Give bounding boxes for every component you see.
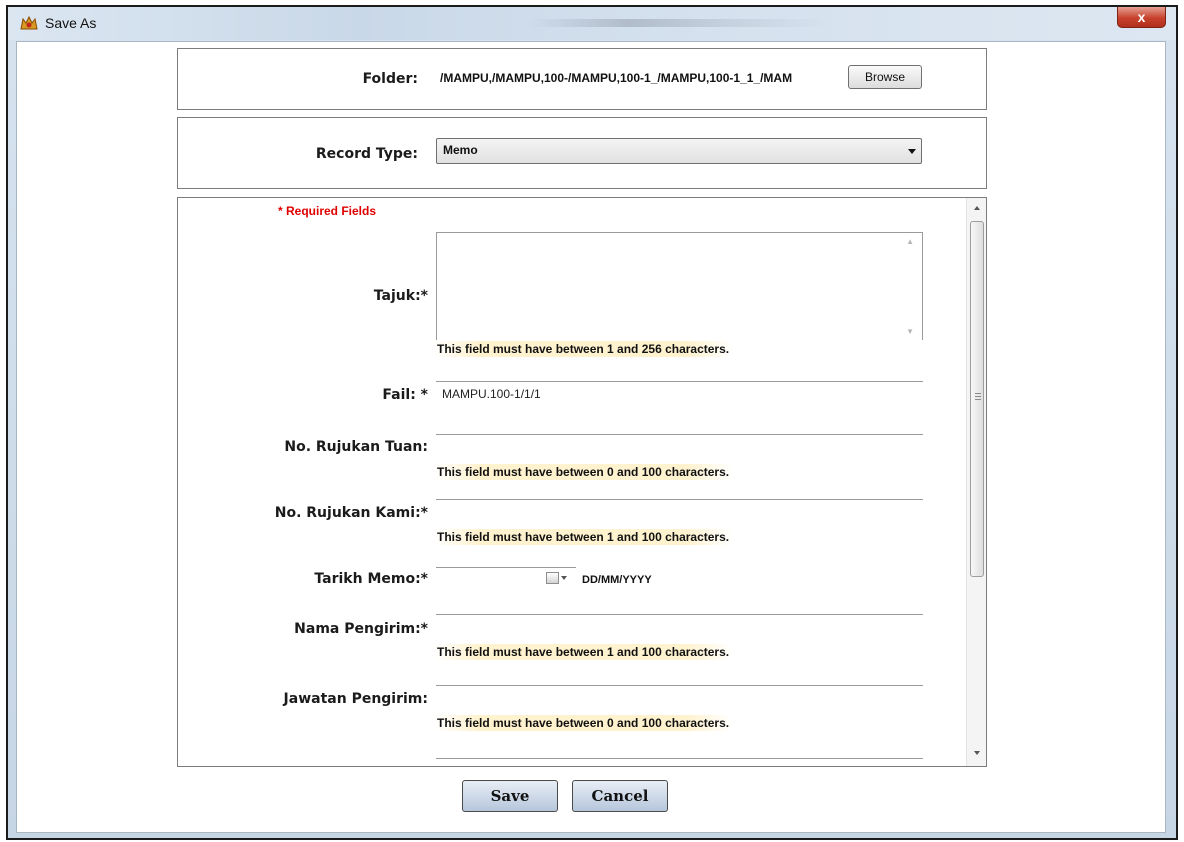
grip-line: [975, 396, 981, 397]
field-label-tajuk: Tajuk:*: [373, 288, 428, 304]
scrollbar-thumb[interactable]: [970, 221, 984, 577]
folder-path: /MAMPU,/MAMPU,100-/MAMPU,100-1_/MAMPU,10…: [440, 71, 793, 85]
scroll-up-icon: ▲: [906, 237, 914, 246]
calendar-icon[interactable]: [546, 572, 559, 584]
field-label-rujukan-kami: No. Rujukan Kami:*: [274, 505, 428, 521]
title-bar: Save As x: [8, 7, 1176, 40]
grip-line: [975, 399, 981, 400]
date-format-hint: DD/MM/YYYY: [582, 574, 652, 586]
fail-input[interactable]: MAMPU.100-1/1/1: [436, 381, 923, 407]
browse-button[interactable]: Browse: [848, 65, 922, 89]
field-label-nama-pengirim: Nama Pengirim:*: [294, 621, 428, 637]
window-title: Save As: [45, 15, 97, 31]
rujukan-kami-input[interactable]: [436, 499, 923, 525]
chevron-down-icon: [908, 149, 916, 154]
record-type-label: Record Type:: [315, 146, 418, 162]
field-hint-rujukan-kami: This field must have between 1 and 100 c…: [434, 529, 733, 545]
rujukan-tuan-input[interactable]: [436, 434, 923, 460]
field-hint-jawatan-pengirim: This field must have between 0 and 100 c…: [434, 715, 733, 731]
scroll-down-arrow-icon[interactable]: [974, 751, 980, 755]
folder-label: Folder:: [362, 71, 418, 87]
scroll-up-arrow-icon[interactable]: [974, 206, 980, 210]
field-label-jawatan-pengirim: Jawatan Pengirim:: [283, 691, 428, 707]
fail-value: MAMPU.100-1/1/1: [442, 387, 541, 401]
form-scrollbar[interactable]: [966, 198, 986, 766]
next-field-input[interactable]: [436, 758, 923, 766]
field-label-rujukan-tuan: No. Rujukan Tuan:: [284, 439, 428, 455]
scroll-down-icon: ▼: [906, 327, 914, 336]
nama-pengirim-input[interactable]: [436, 614, 923, 640]
required-fields-note: * Required Fields: [278, 204, 377, 218]
calendar-dropdown-icon[interactable]: [561, 576, 567, 580]
tajuk-textarea[interactable]: ▲ ▼: [436, 232, 923, 340]
record-type-select[interactable]: Memo: [436, 138, 922, 164]
field-hint-rujukan-tuan: This field must have between 0 and 100 c…: [434, 464, 733, 480]
jawatan-pengirim-input[interactable]: [436, 685, 923, 711]
app-crest-icon: [20, 15, 38, 30]
metadata-form-panel: * Required Fields Tajuk:* ▲ ▼ This field…: [177, 197, 987, 767]
save-as-dialog: Save As x Folder: /MAMPU,/MAMPU,100-/MAM…: [6, 5, 1178, 840]
cancel-button[interactable]: Cancel: [572, 780, 668, 812]
field-label-tarikh-memo: Tarikh Memo:*: [314, 571, 428, 587]
dialog-content: Folder: /MAMPU,/MAMPU,100-/MAMPU,100-1_/…: [16, 41, 1166, 833]
record-type-panel: Record Type: Memo: [177, 117, 987, 189]
record-type-value: Memo: [443, 143, 478, 157]
field-label-fail: Fail: *: [382, 387, 428, 403]
obscured-caption: [528, 19, 828, 27]
close-button[interactable]: x: [1117, 7, 1166, 28]
grip-line: [975, 393, 981, 394]
field-hint-nama-pengirim: This field must have between 1 and 100 c…: [434, 644, 733, 660]
field-hint-tajuk: This field must have between 1 and 256 c…: [434, 341, 733, 357]
folder-panel: Folder: /MAMPU,/MAMPU,100-/MAMPU,100-1_/…: [177, 48, 987, 110]
save-button[interactable]: Save: [462, 780, 558, 812]
